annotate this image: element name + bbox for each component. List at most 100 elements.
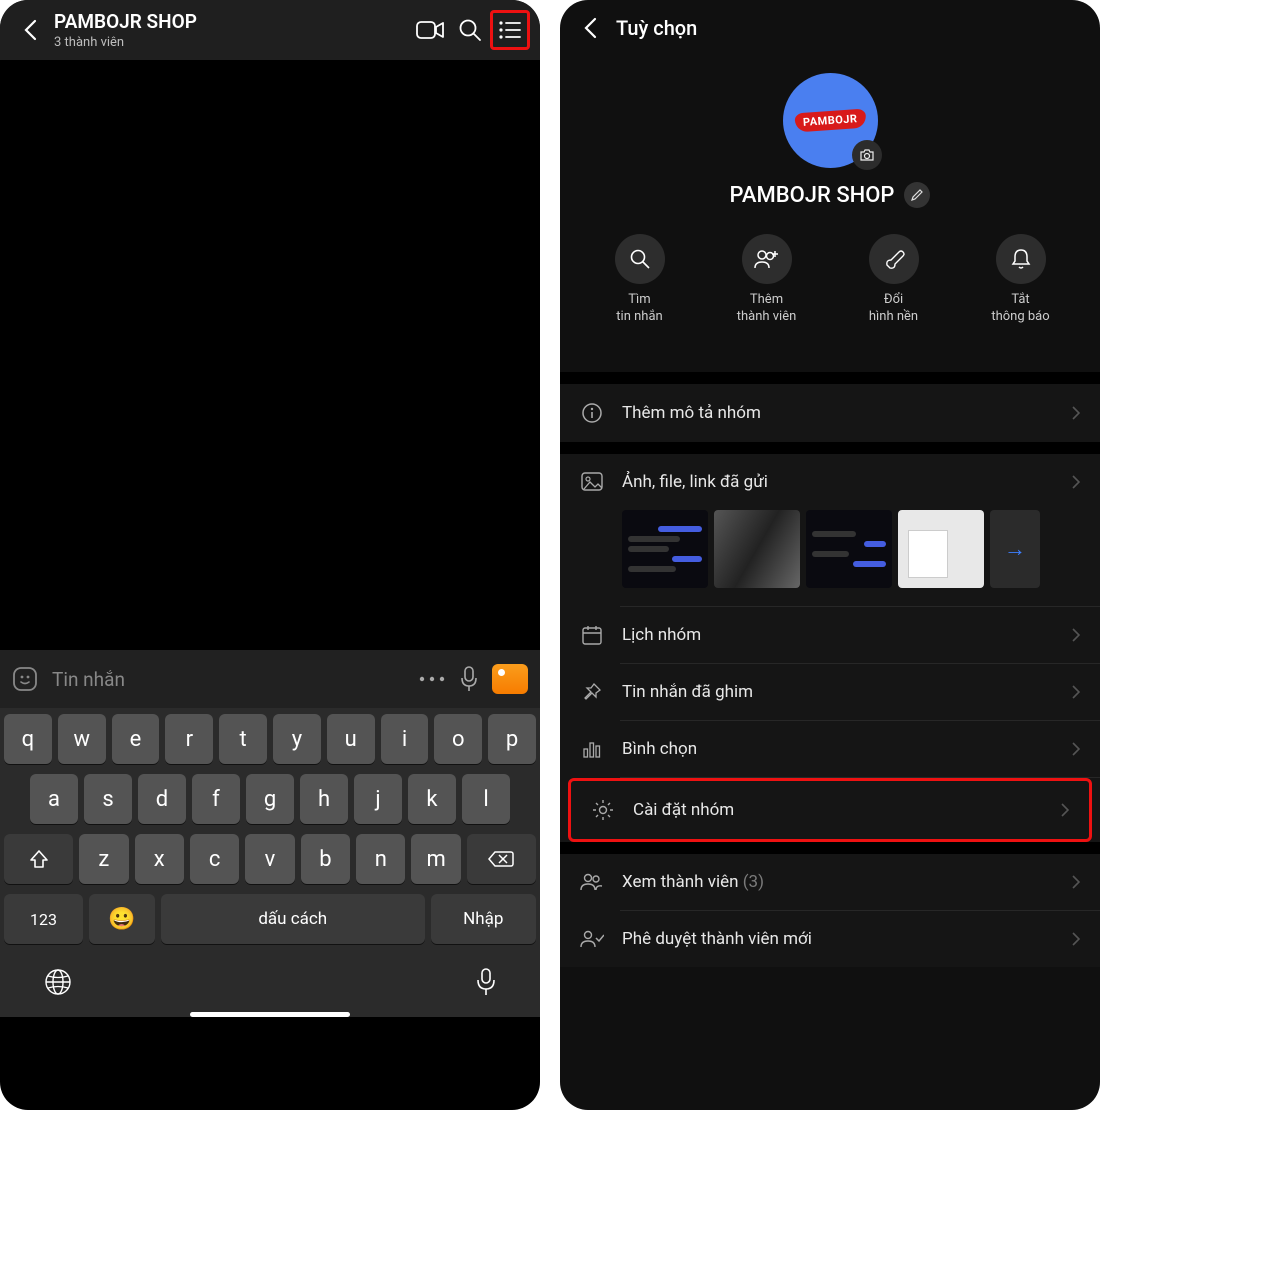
info-icon (581, 402, 603, 424)
video-call-button[interactable] (410, 10, 450, 50)
media-see-all-button[interactable]: → (990, 510, 1040, 588)
item-label: Tin nhắn đã ghim (622, 682, 1054, 702)
key-h[interactable]: h (300, 774, 348, 824)
back-button[interactable] (570, 8, 610, 48)
options-menu-button[interactable] (490, 10, 530, 50)
back-button[interactable] (10, 10, 50, 50)
key-k[interactable]: k (408, 774, 456, 824)
chat-header: PAMBOJR SHOP 3 thành viên (0, 0, 540, 60)
key-f[interactable]: f (192, 774, 240, 824)
item-label: Bình chọn (622, 739, 1054, 759)
options-header: Tuỳ chọn (560, 0, 1100, 55)
members-icon (580, 873, 604, 891)
key-c[interactable]: c (190, 834, 239, 884)
group-avatar[interactable]: PAMBOJR (783, 73, 878, 168)
item-approve-members[interactable]: Phê duyệt thành viên mới (560, 911, 1100, 967)
key-g[interactable]: g (246, 774, 294, 824)
sticker-button[interactable] (12, 666, 38, 692)
key-backspace[interactable] (467, 834, 536, 884)
key-q[interactable]: q (4, 714, 52, 764)
keyboard-row-3: z x c v b n m (4, 834, 536, 884)
key-enter[interactable]: Nhập (431, 894, 536, 944)
keyboard-row-2: a s d f g h j k l (4, 774, 536, 824)
dictation-button[interactable] (476, 968, 496, 996)
action-change-background[interactable]: Đổihình nền (839, 234, 949, 326)
item-group-settings[interactable]: Cài đặt nhóm (568, 778, 1092, 842)
group-name: PAMBOJR SHOP (730, 183, 895, 208)
key-z[interactable]: z (79, 834, 128, 884)
key-emoji[interactable]: 😀 (89, 894, 155, 944)
key-i[interactable]: i (381, 714, 429, 764)
pencil-icon (910, 188, 924, 202)
video-icon (416, 20, 444, 40)
options-screen: Tuỳ chọn PAMBOJR PAMBOJR SHOP Tìmtin nhắ… (560, 0, 1100, 1110)
chat-title-block[interactable]: PAMBOJR SHOP 3 thành viên (50, 10, 410, 50)
key-123[interactable]: 123 (4, 894, 83, 944)
item-label: Cài đặt nhóm (633, 800, 1043, 820)
key-d[interactable]: d (138, 774, 186, 824)
more-horizontal-icon (418, 675, 446, 683)
keyboard: q w e r t y u i o p a s d f g h j k l z (0, 708, 540, 1017)
key-v[interactable]: v (245, 834, 294, 884)
key-l[interactable]: l (462, 774, 510, 824)
key-w[interactable]: w (58, 714, 106, 764)
item-pinned[interactable]: Tin nhắn đã ghim (560, 664, 1100, 720)
chevron-right-icon (1072, 406, 1080, 420)
key-n[interactable]: n (356, 834, 405, 884)
change-avatar-button[interactable] (852, 140, 882, 170)
chat-name: PAMBOJR SHOP (54, 10, 410, 33)
approve-icon (580, 930, 604, 948)
key-o[interactable]: o (434, 714, 482, 764)
message-input-bar: Tin nhắn (0, 650, 540, 708)
key-a[interactable]: a (30, 774, 78, 824)
mic-icon (476, 968, 496, 996)
key-space[interactable]: dấu cách (161, 894, 425, 944)
media-thumb[interactable] (898, 510, 984, 588)
action-search-messages[interactable]: Tìmtin nhắn (585, 234, 695, 326)
item-media[interactable]: Ảnh, file, link đã gửi (560, 454, 1100, 510)
key-p[interactable]: p (488, 714, 536, 764)
key-j[interactable]: j (354, 774, 402, 824)
home-indicator (190, 1012, 350, 1017)
globe-button[interactable] (44, 968, 72, 996)
action-add-member[interactable]: Thêmthành viên (712, 234, 822, 326)
key-x[interactable]: x (135, 834, 184, 884)
chevron-right-icon (1072, 875, 1080, 889)
key-t[interactable]: t (219, 714, 267, 764)
chevron-right-icon (1072, 742, 1080, 756)
key-s[interactable]: s (84, 774, 132, 824)
chat-subtitle: 3 thành viên (54, 35, 410, 50)
voice-button[interactable] (460, 666, 478, 692)
item-view-members[interactable]: Xem thành viên (3) (560, 854, 1100, 910)
key-e[interactable]: e (112, 714, 160, 764)
message-input[interactable]: Tin nhắn (52, 668, 404, 691)
profile-block: PAMBOJR PAMBOJR SHOP Tìmtin nhắn Thêmthà… (560, 55, 1100, 372)
calendar-icon (582, 625, 602, 645)
group-name-row: PAMBOJR SHOP (560, 182, 1100, 208)
pin-icon (582, 682, 602, 702)
item-poll[interactable]: Bình chọn (560, 721, 1100, 777)
list-icon (498, 20, 522, 40)
key-u[interactable]: u (327, 714, 375, 764)
key-m[interactable]: m (411, 834, 460, 884)
key-shift[interactable] (4, 834, 73, 884)
action-mute[interactable]: Tắtthông báo (966, 234, 1076, 326)
media-thumb[interactable] (622, 510, 708, 588)
edit-name-button[interactable] (904, 182, 930, 208)
media-thumb[interactable] (714, 510, 800, 588)
gear-icon (592, 799, 614, 821)
avatar-text: PAMBOJR (794, 109, 866, 133)
shift-icon (29, 849, 49, 869)
chat-screen: PAMBOJR SHOP 3 thành viên Tin nhắn (0, 0, 540, 1110)
media-thumb[interactable] (806, 510, 892, 588)
key-b[interactable]: b (301, 834, 350, 884)
search-button[interactable] (450, 10, 490, 50)
item-add-description[interactable]: Thêm mô tả nhóm (560, 384, 1100, 442)
mic-icon (460, 666, 478, 692)
item-label: Lịch nhóm (622, 625, 1054, 645)
key-r[interactable]: r (165, 714, 213, 764)
item-calendar[interactable]: Lịch nhóm (560, 607, 1100, 663)
more-options-button[interactable] (418, 675, 446, 683)
gallery-button[interactable] (492, 664, 528, 694)
key-y[interactable]: y (273, 714, 321, 764)
